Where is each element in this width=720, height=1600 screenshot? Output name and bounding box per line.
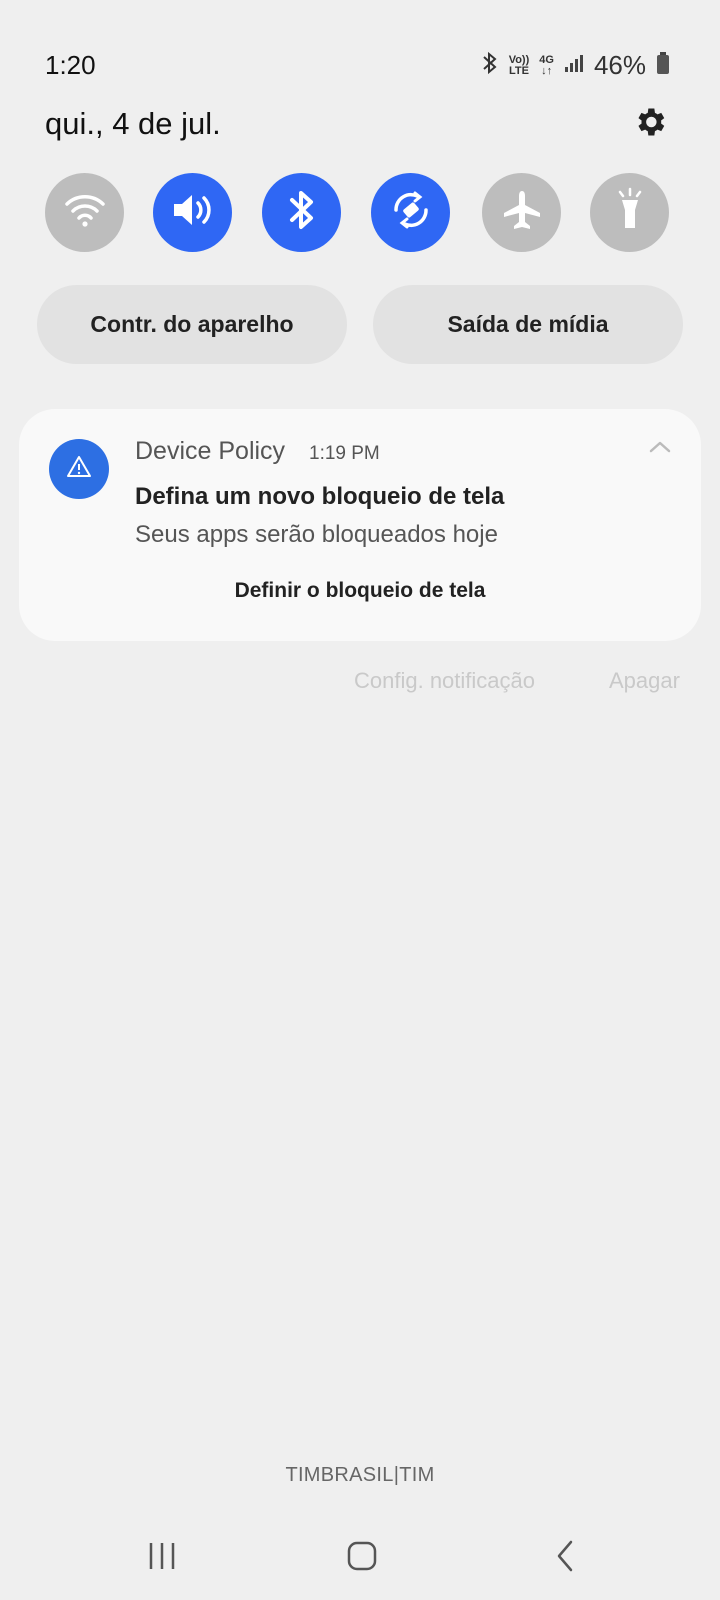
battery-icon (656, 51, 670, 80)
media-output-button[interactable]: Saída de mídia (373, 285, 683, 364)
home-icon (346, 1540, 378, 1577)
flashlight-icon (610, 186, 650, 239)
device-control-button[interactable]: Contr. do aparelho (37, 285, 347, 364)
recents-icon (146, 1541, 178, 1576)
4g-data-icon: 4G ↓↑ (539, 53, 554, 77)
battery-percent: 46% (593, 50, 646, 80)
wifi-icon (63, 192, 107, 233)
toggle-airplane[interactable] (482, 173, 561, 252)
notification-shade: 1:20 Vo)) LTE 4G ↓↑ 46% qui., 4 de jul. … (0, 0, 720, 1600)
airplane-icon (500, 188, 544, 237)
toggle-auto-rotate[interactable] (371, 173, 450, 252)
volte-icon: Vo)) LTE (508, 53, 530, 77)
toggle-sound[interactable] (153, 173, 232, 252)
bluetooth-icon (287, 188, 317, 237)
date-label: qui., 4 de jul. (45, 106, 221, 141)
notification-settings-button[interactable]: Config. notificação (354, 668, 535, 694)
rotate-icon (388, 187, 434, 238)
notification-time: 1:19 PM (309, 443, 380, 464)
status-time: 1:20 (45, 50, 96, 80)
warning-icon (66, 455, 92, 484)
notification-text: Seus apps serão bloqueados hoje (135, 521, 498, 548)
bluetooth-icon (481, 51, 499, 80)
back-button[interactable] (535, 1535, 595, 1581)
toggle-flashlight[interactable] (590, 173, 669, 252)
notification-card[interactable]: Device Policy 1:19 PM Defina um novo blo… (19, 409, 701, 641)
speaker-icon (170, 190, 216, 235)
clear-button[interactable]: Apagar (609, 668, 680, 694)
gear-icon[interactable] (632, 104, 668, 140)
notification-title: Defina um novo bloqueio de tela (135, 483, 505, 510)
status-icons: Vo)) LTE 4G ↓↑ 46% (481, 50, 670, 81)
app-icon (49, 439, 109, 499)
signal-icon (564, 53, 584, 78)
carrier-label: TIMBRASIL|TIM (285, 1464, 435, 1486)
back-icon (553, 1539, 577, 1578)
toggle-bluetooth[interactable] (262, 173, 341, 252)
toggle-wifi[interactable] (45, 173, 124, 252)
set-screen-lock-button[interactable]: Definir o bloqueio de tela (19, 579, 701, 603)
chevron-up-icon[interactable] (647, 437, 673, 457)
app-name: Device Policy (135, 437, 286, 465)
recent-apps-button[interactable] (132, 1535, 192, 1581)
home-button[interactable] (332, 1535, 392, 1581)
